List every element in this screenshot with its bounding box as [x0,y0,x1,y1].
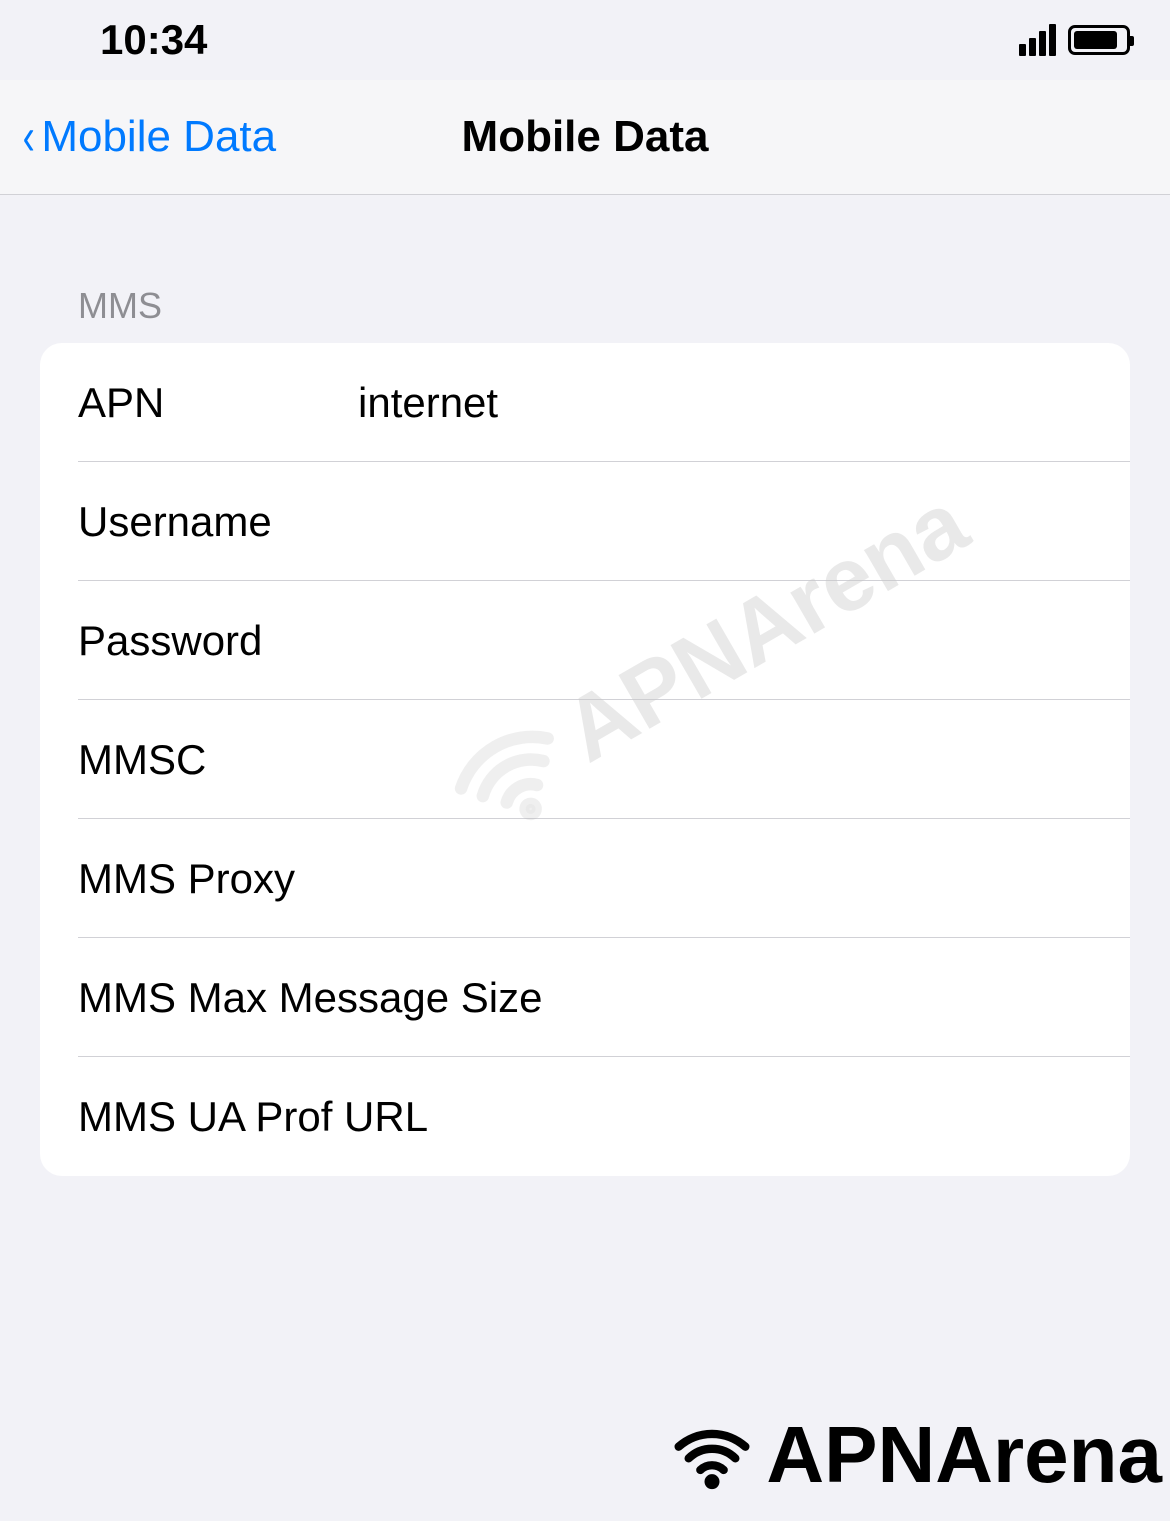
status-bar: 10:34 [0,0,1170,80]
back-button[interactable]: ‹ Mobile Data [20,107,276,167]
mms-proxy-row[interactable]: MMS Proxy [40,819,1130,938]
status-indicators [1019,24,1130,56]
password-input[interactable] [358,617,1092,665]
cellular-signal-icon [1019,24,1056,56]
password-label: Password [78,617,358,665]
mmsc-row[interactable]: MMSC [40,700,1130,819]
mms-max-size-input[interactable] [542,974,1092,1022]
chevron-left-icon: ‹ [23,107,35,167]
page-title: Mobile Data [462,112,709,162]
apn-row[interactable]: APN [40,343,1130,462]
username-label: Username [78,498,358,546]
apn-input[interactable] [358,379,1092,427]
mms-ua-prof-label: MMS UA Prof URL [78,1093,428,1141]
battery-icon [1068,25,1130,55]
mms-ua-prof-row[interactable]: MMS UA Prof URL [40,1057,1130,1176]
section-header-mms: MMS [40,285,1130,327]
mms-proxy-label: MMS Proxy [78,855,358,903]
mms-max-size-label: MMS Max Message Size [78,974,542,1022]
status-time: 10:34 [100,16,207,64]
apn-label: APN [78,379,358,427]
mmsc-input[interactable] [358,736,1092,784]
wifi-icon [662,1415,762,1495]
username-row[interactable]: Username [40,462,1130,581]
footer-logo: APNArena [662,1409,1162,1501]
password-row[interactable]: Password [40,581,1130,700]
mmsc-label: MMSC [78,736,358,784]
back-label: Mobile Data [41,112,276,162]
content-area: MMS APN Username Password MMSC MMS Proxy… [0,195,1170,1176]
mms-ua-prof-input[interactable] [428,1093,1092,1141]
mms-settings-group: APN Username Password MMSC MMS Proxy MMS… [40,343,1130,1176]
navigation-bar: ‹ Mobile Data Mobile Data [0,80,1170,195]
username-input[interactable] [358,498,1092,546]
footer-text: APNArena [766,1409,1162,1501]
mms-proxy-input[interactable] [358,855,1092,903]
mms-max-size-row[interactable]: MMS Max Message Size [40,938,1130,1057]
